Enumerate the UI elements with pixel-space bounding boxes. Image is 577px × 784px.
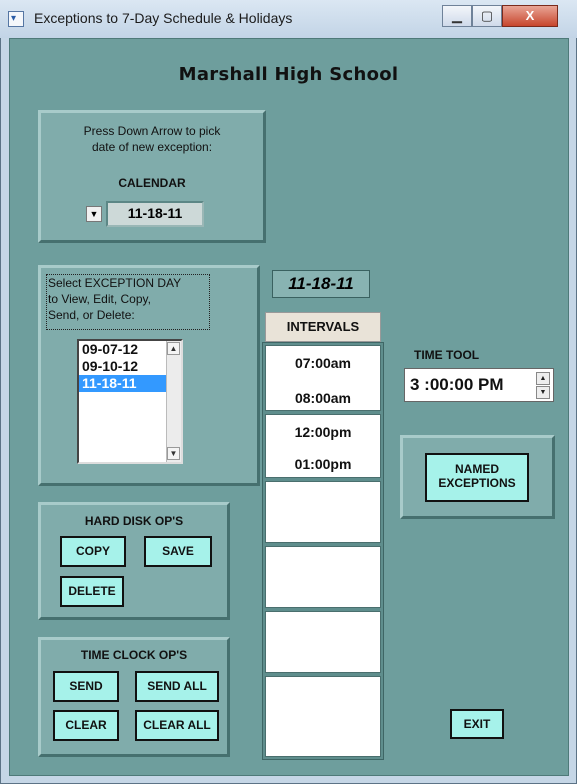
named-exceptions-line1: NAMED — [455, 462, 499, 476]
spin-up-icon[interactable]: ▲ — [536, 372, 550, 385]
interval-box-3[interactable] — [265, 481, 381, 543]
exit-button[interactable]: EXIT — [450, 709, 504, 739]
list-scrollbar[interactable] — [166, 341, 181, 462]
send-button[interactable]: SEND — [53, 671, 119, 702]
interval-end: 08:00am — [294, 390, 352, 406]
hard-disk-title: HARD DISK OP'S — [84, 514, 184, 528]
exception-instruction-2: to View, Edit, Copy, — [48, 292, 151, 306]
interval-end: 01:00pm — [294, 456, 352, 472]
scroll-down-icon[interactable]: ▼ — [167, 447, 180, 460]
named-exceptions-button[interactable]: NAMED EXCEPTIONS — [425, 453, 529, 502]
delete-button[interactable]: DELETE — [60, 576, 124, 607]
close-button[interactable]: X — [502, 5, 558, 27]
spin-down-icon[interactable]: ▼ — [536, 386, 550, 399]
save-button[interactable]: SAVE — [144, 536, 212, 567]
interval-box-6[interactable] — [265, 676, 381, 757]
selected-date-label: 11-18-11 — [272, 270, 370, 298]
interval-box-2[interactable]: 12:00pm 01:00pm — [265, 414, 381, 478]
interval-start: 07:00am — [294, 355, 352, 371]
window-title: Exceptions to 7-Day Schedule & Holidays — [34, 10, 293, 26]
calendar-instruction-1: Press Down Arrow to pick — [83, 124, 221, 138]
interval-box-1[interactable]: 07:00am 08:00am — [265, 345, 381, 411]
time-tool-value[interactable]: 3 :00:00 PM — [410, 375, 504, 395]
scroll-up-icon[interactable]: ▲ — [167, 342, 180, 355]
minimize-button[interactable]: ▁ — [442, 5, 472, 27]
named-exceptions-line2: EXCEPTIONS — [438, 476, 516, 490]
interval-box-4[interactable] — [265, 546, 381, 608]
interval-start: 12:00pm — [294, 424, 352, 440]
maximize-button[interactable]: ▢ — [472, 5, 502, 27]
clear-all-button[interactable]: CLEAR ALL — [135, 710, 219, 741]
send-all-button[interactable]: SEND ALL — [135, 671, 219, 702]
time-clock-title: TIME CLOCK OP'S — [80, 648, 188, 662]
school-title: Marshall High School — [178, 64, 399, 85]
exception-instruction-1: Select EXCEPTION DAY — [48, 276, 182, 290]
app-icon[interactable]: ▾ — [8, 11, 24, 27]
intervals-header: INTERVALS — [265, 312, 381, 342]
interval-box-5[interactable] — [265, 611, 381, 673]
copy-button[interactable]: COPY — [60, 536, 126, 567]
calendar-label: CALENDAR — [118, 176, 186, 190]
calendar-date-field[interactable]: 11-18-11 — [106, 201, 204, 227]
exception-instruction-3: Send, or Delete: — [48, 308, 135, 322]
time-tool-label: TIME TOOL — [414, 348, 480, 362]
clear-button[interactable]: CLEAR — [53, 710, 119, 741]
calendar-instruction-2: date of new exception: — [91, 140, 213, 154]
calendar-dropdown-button[interactable]: ▼ — [86, 206, 102, 222]
